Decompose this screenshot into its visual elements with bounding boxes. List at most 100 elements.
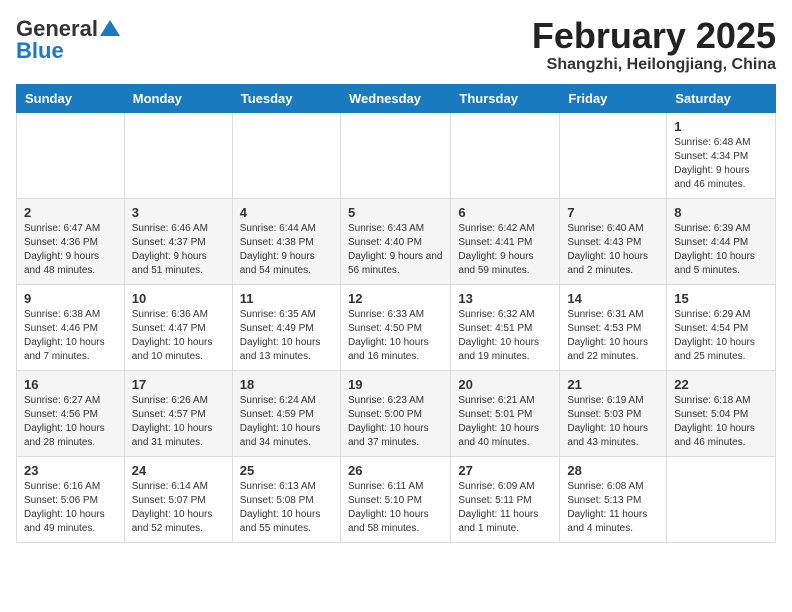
day-info: Sunrise: 6:39 AM Sunset: 4:44 PM Dayligh… (674, 222, 768, 278)
title-section: February 2025 Shangzhi, Heilongjiang, Ch… (532, 16, 776, 74)
day-number: 26 (348, 463, 443, 478)
day-number: 12 (348, 291, 443, 306)
calendar-cell: 1 Sunrise: 6:48 AM Sunset: 4:34 PM Daylig… (667, 112, 776, 198)
day-number: 1 (674, 119, 768, 134)
calendar-header-thursday: Thursday (451, 84, 560, 112)
day-info: Sunrise: 6:26 AM Sunset: 4:57 PM Dayligh… (132, 394, 225, 450)
calendar-cell (17, 112, 125, 198)
day-info: Sunrise: 6:35 AM Sunset: 4:49 PM Dayligh… (240, 308, 333, 364)
calendar-cell: 14Sunrise: 6:31 AM Sunset: 4:53 PM Dayli… (560, 284, 667, 370)
day-number: 9 (24, 291, 117, 306)
day-info: Sunrise: 6:14 AM Sunset: 5:07 PM Dayligh… (132, 480, 225, 536)
day-info: Sunrise: 6:40 AM Sunset: 4:43 PM Dayligh… (567, 222, 659, 278)
day-info: Sunrise: 6:29 AM Sunset: 4:54 PM Dayligh… (674, 308, 768, 364)
calendar-cell: 11 Sunrise: 6:35 AM Sunset: 4:49 PM Dayli… (232, 284, 340, 370)
day-info: Sunrise: 6:24 AM Sunset: 4:59 PM Dayligh… (240, 394, 333, 450)
page-header: General Blue February 2025 Shangzhi, Hei… (16, 16, 776, 74)
calendar-week-4: 16 Sunrise: 6:27 AM Sunset: 4:56 PM Dayli… (17, 370, 776, 456)
day-info: Sunrise: 6:18 AM Sunset: 5:04 PM Dayligh… (674, 394, 768, 450)
day-number: 6 (458, 205, 552, 220)
day-number: 27 (458, 463, 552, 478)
calendar-cell (340, 112, 450, 198)
calendar-cell: 9Sunrise: 6:38 AM Sunset: 4:46 PM Daylig… (17, 284, 125, 370)
calendar-header-row: SundayMondayTuesdayWednesdayThursdayFrid… (17, 84, 776, 112)
calendar-cell: 6 Sunrise: 6:42 AM Sunset: 4:41 PM Daylig… (451, 198, 560, 284)
day-number: 16 (24, 377, 117, 392)
day-info: Sunrise: 6:42 AM Sunset: 4:41 PM Dayligh… (458, 222, 552, 278)
calendar-header-sunday: Sunday (17, 84, 125, 112)
calendar-cell: 7 Sunrise: 6:40 AM Sunset: 4:43 PM Daylig… (560, 198, 667, 284)
day-info: Sunrise: 6:23 AM Sunset: 5:00 PM Dayligh… (348, 394, 443, 450)
day-info: Sunrise: 6:08 AM Sunset: 5:13 PM Dayligh… (567, 480, 659, 536)
day-number: 11 (240, 291, 333, 306)
calendar-week-2: 2 Sunrise: 6:47 AM Sunset: 4:36 PM Daylig… (17, 198, 776, 284)
calendar-cell: 17Sunrise: 6:26 AM Sunset: 4:57 PM Dayli… (124, 370, 232, 456)
calendar-cell: 18 Sunrise: 6:24 AM Sunset: 4:59 PM Dayli… (232, 370, 340, 456)
calendar-cell: 2 Sunrise: 6:47 AM Sunset: 4:36 PM Daylig… (17, 198, 125, 284)
day-info: Sunrise: 6:48 AM Sunset: 4:34 PM Dayligh… (674, 136, 768, 192)
day-info: Sunrise: 6:46 AM Sunset: 4:37 PM Dayligh… (132, 222, 225, 278)
calendar-cell: 3 Sunrise: 6:46 AM Sunset: 4:37 PM Daylig… (124, 198, 232, 284)
day-number: 22 (674, 377, 768, 392)
day-info: Sunrise: 6:21 AM Sunset: 5:01 PM Dayligh… (458, 394, 552, 450)
day-info: Sunrise: 6:27 AM Sunset: 4:56 PM Dayligh… (24, 394, 117, 450)
calendar-cell: 28 Sunrise: 6:08 AM Sunset: 5:13 PM Dayli… (560, 456, 667, 542)
calendar-cell: 25 Sunrise: 6:13 AM Sunset: 5:08 PM Dayli… (232, 456, 340, 542)
day-info: Sunrise: 6:19 AM Sunset: 5:03 PM Dayligh… (567, 394, 659, 450)
day-number: 4 (240, 205, 333, 220)
calendar-cell: 27 Sunrise: 6:09 AM Sunset: 5:11 PM Dayli… (451, 456, 560, 542)
day-number: 10 (132, 291, 225, 306)
calendar-cell: 24 Sunrise: 6:14 AM Sunset: 5:07 PM Dayli… (124, 456, 232, 542)
day-info: Sunrise: 6:16 AM Sunset: 5:06 PM Dayligh… (24, 480, 117, 536)
calendar-cell: 23Sunrise: 6:16 AM Sunset: 5:06 PM Dayli… (17, 456, 125, 542)
calendar-table: SundayMondayTuesdayWednesdayThursdayFrid… (16, 84, 776, 543)
calendar-cell (232, 112, 340, 198)
calendar-cell (124, 112, 232, 198)
month-title: February 2025 (532, 16, 776, 56)
day-info: Sunrise: 6:09 AM Sunset: 5:11 PM Dayligh… (458, 480, 552, 536)
calendar-cell: 10 Sunrise: 6:36 AM Sunset: 4:47 PM Dayli… (124, 284, 232, 370)
calendar-cell: 20 Sunrise: 6:21 AM Sunset: 5:01 PM Dayli… (451, 370, 560, 456)
day-info: Sunrise: 6:43 AM Sunset: 4:40 PM Dayligh… (348, 222, 443, 278)
calendar-cell: 16 Sunrise: 6:27 AM Sunset: 4:56 PM Dayli… (17, 370, 125, 456)
day-number: 28 (567, 463, 659, 478)
day-info: Sunrise: 6:36 AM Sunset: 4:47 PM Dayligh… (132, 308, 225, 364)
calendar-cell: 21 Sunrise: 6:19 AM Sunset: 5:03 PM Dayli… (560, 370, 667, 456)
calendar-cell: 26 Sunrise: 6:11 AM Sunset: 5:10 PM Dayli… (340, 456, 450, 542)
calendar-cell: 19 Sunrise: 6:23 AM Sunset: 5:00 PM Dayli… (340, 370, 450, 456)
day-number: 19 (348, 377, 443, 392)
day-info: Sunrise: 6:32 AM Sunset: 4:51 PM Dayligh… (458, 308, 552, 364)
calendar-week-1: 1 Sunrise: 6:48 AM Sunset: 4:34 PM Daylig… (17, 112, 776, 198)
calendar-cell: 13 Sunrise: 6:32 AM Sunset: 4:51 PM Dayli… (451, 284, 560, 370)
calendar-week-3: 9Sunrise: 6:38 AM Sunset: 4:46 PM Daylig… (17, 284, 776, 370)
day-info: Sunrise: 6:47 AM Sunset: 4:36 PM Dayligh… (24, 222, 117, 278)
calendar-cell: 22 Sunrise: 6:18 AM Sunset: 5:04 PM Dayli… (667, 370, 776, 456)
calendar-cell: 15 Sunrise: 6:29 AM Sunset: 4:54 PM Dayli… (667, 284, 776, 370)
calendar-header-monday: Monday (124, 84, 232, 112)
day-info: Sunrise: 6:11 AM Sunset: 5:10 PM Dayligh… (348, 480, 443, 536)
day-number: 24 (132, 463, 225, 478)
logo-triangle-icon (100, 18, 120, 38)
day-number: 18 (240, 377, 333, 392)
day-number: 15 (674, 291, 768, 306)
calendar-header-tuesday: Tuesday (232, 84, 340, 112)
calendar-cell (667, 456, 776, 542)
logo: General Blue (16, 16, 120, 64)
day-number: 2 (24, 205, 117, 220)
logo-blue: Blue (16, 38, 64, 64)
calendar-cell (451, 112, 560, 198)
calendar-header-wednesday: Wednesday (340, 84, 450, 112)
day-info: Sunrise: 6:13 AM Sunset: 5:08 PM Dayligh… (240, 480, 333, 536)
day-number: 7 (567, 205, 659, 220)
day-info: Sunrise: 6:44 AM Sunset: 4:38 PM Dayligh… (240, 222, 333, 278)
day-number: 3 (132, 205, 225, 220)
day-number: 20 (458, 377, 552, 392)
day-number: 8 (674, 205, 768, 220)
day-info: Sunrise: 6:33 AM Sunset: 4:50 PM Dayligh… (348, 308, 443, 364)
day-number: 13 (458, 291, 552, 306)
day-number: 21 (567, 377, 659, 392)
calendar-header-saturday: Saturday (667, 84, 776, 112)
day-number: 25 (240, 463, 333, 478)
calendar-cell: 5Sunrise: 6:43 AM Sunset: 4:40 PM Daylig… (340, 198, 450, 284)
calendar-cell (560, 112, 667, 198)
